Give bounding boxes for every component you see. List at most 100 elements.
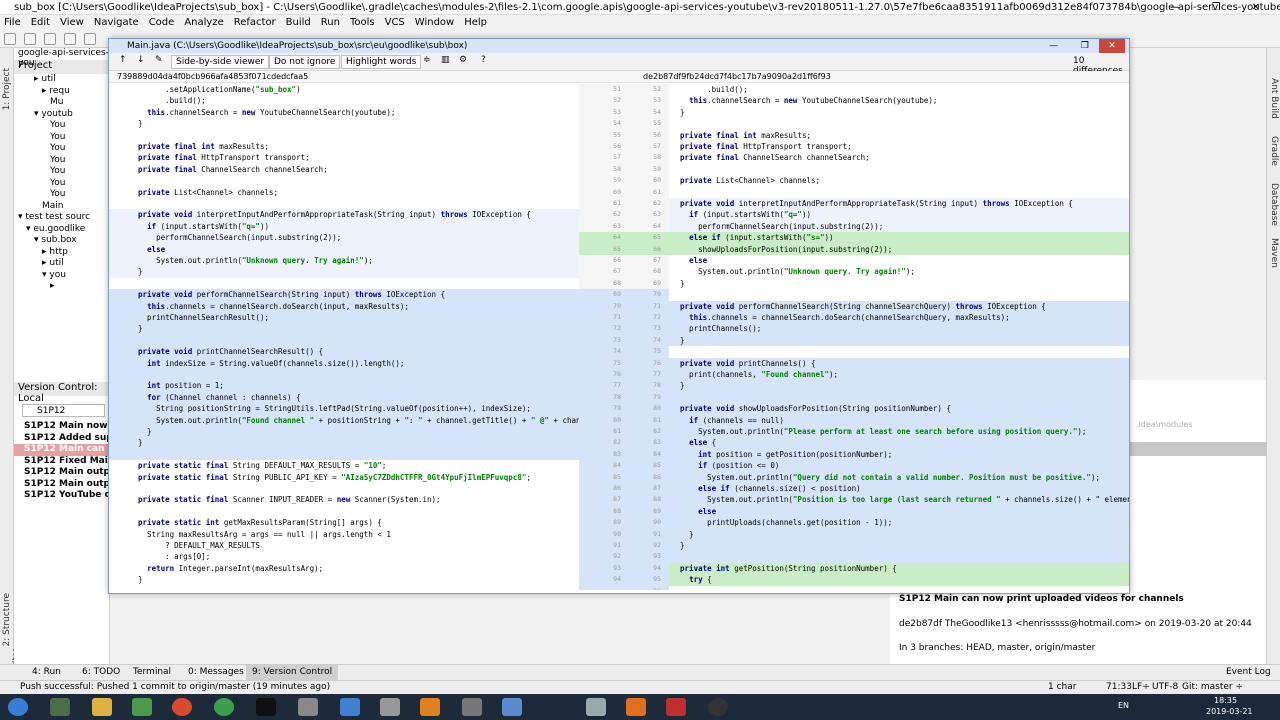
gear-icon[interactable]: ⚙ [459, 55, 467, 65]
chrome-icon[interactable] [214, 698, 234, 716]
tree-node[interactable]: You [14, 178, 109, 190]
file-encoding[interactable]: UTF-8 [1152, 681, 1178, 694]
commit-row[interactable]: S1P12 Fixed Main sear [14, 456, 109, 468]
taskbar-app-icon[interactable] [502, 698, 522, 716]
messages-tab[interactable]: 0: Messages [188, 665, 244, 680]
database-tab[interactable]: Database [1269, 183, 1279, 226]
terminal-icon[interactable] [256, 698, 276, 716]
tree-node[interactable]: ▾ youtub [14, 109, 109, 121]
project-tool-tab[interactable]: 1: Project [2, 68, 12, 110]
help-icon[interactable]: ? [481, 55, 486, 65]
intellij-icon[interactable] [666, 698, 686, 716]
refresh-icon[interactable] [44, 33, 56, 45]
input-language[interactable]: EN [1118, 701, 1129, 710]
commit-row[interactable]: S1P12 Main output im [14, 479, 109, 491]
changed-file-path[interactable]: .idea\modules [1136, 420, 1193, 429]
structure-tool-tab[interactable]: 2: Structure [2, 593, 12, 647]
clock-time[interactable]: 18:35 [1214, 696, 1237, 705]
close-button[interactable]: ✕ [1099, 39, 1125, 53]
tree-node[interactable]: You [14, 166, 109, 178]
sync-scroll-icon[interactable]: ▥ [441, 55, 450, 65]
menu-item[interactable]: Code [149, 17, 175, 28]
commit-row[interactable]: S1P12 Main now suppo [14, 421, 109, 433]
left-code-pane[interactable]: .setApplicationName("sub_box") .build();… [109, 84, 579, 590]
start-button[interactable] [8, 698, 28, 716]
tab-local[interactable]: Local [18, 393, 44, 404]
menu-item[interactable]: Edit [31, 17, 50, 28]
commit-search-input[interactable]: S1P12 [22, 404, 105, 417]
viewer-select[interactable]: Side-by-side viewer [171, 55, 270, 69]
menu-item[interactable]: Build [286, 17, 311, 28]
commit-row[interactable]: S1P12 Main output im [14, 467, 109, 479]
diff-dialog-controls[interactable]: — ❐ [1049, 41, 1099, 51]
tree-node[interactable]: ▸ http [14, 247, 109, 259]
back-icon[interactable] [64, 33, 76, 45]
status-message[interactable]: Push successful: Pushed 1 commit to orig… [20, 681, 330, 694]
selected-file-row[interactable] [1130, 442, 1266, 456]
taskbar-app-icon[interactable] [50, 698, 70, 716]
tree-node[interactable]: ▾ you [14, 270, 109, 282]
tree-node[interactable]: You [14, 120, 109, 132]
taskbar-app-icon[interactable] [626, 698, 646, 716]
taskbar-app-icon[interactable] [340, 698, 360, 716]
tree-node[interactable]: You [14, 143, 109, 155]
edit-icon[interactable]: ✎ [155, 55, 163, 65]
arrow-down-icon[interactable]: ↓ [137, 55, 145, 65]
maven-tab[interactable]: Maven [1269, 238, 1279, 268]
highlight-select[interactable]: Highlight words [341, 55, 422, 69]
sync-icon[interactable] [24, 33, 36, 45]
tree-node[interactable]: ▸ [14, 281, 109, 293]
ignore-select[interactable]: Do not ignore [269, 55, 341, 69]
save-icon[interactable] [4, 33, 16, 45]
forward-icon[interactable] [84, 33, 96, 45]
tree-node[interactable]: Main [14, 201, 109, 213]
commit-row[interactable]: S1P12 Main can now p [14, 444, 109, 456]
tree-node[interactable]: ▾ sub.box [14, 235, 109, 247]
tree-node[interactable]: ▸ util [14, 258, 109, 270]
taskbar-app-icon[interactable] [298, 698, 318, 716]
menu-item[interactable]: Tools [350, 17, 375, 28]
version-control-tab[interactable]: 9: Version Control [246, 665, 339, 680]
tree-node[interactable]: Mu [14, 97, 109, 109]
git-branch[interactable]: Git: master ÷ [1182, 681, 1243, 694]
tree-node[interactable]: You [14, 155, 109, 167]
run-tab[interactable]: 4: Run [32, 665, 61, 680]
caret-position[interactable]: 71:33 [1106, 681, 1132, 694]
taskbar-app-icon[interactable] [132, 698, 152, 716]
tree-node[interactable]: ▸ requ [14, 86, 109, 98]
tree-node[interactable]: ▸ util [14, 74, 109, 86]
terminal-tab[interactable]: Terminal [133, 665, 171, 680]
event-log-tab[interactable]: Event Log [1226, 665, 1271, 680]
menu-item[interactable]: File [4, 17, 21, 28]
taskbar-app-icon[interactable] [380, 698, 400, 716]
tree-node[interactable]: ▾ eu.goodlike [14, 224, 109, 236]
taskbar-app-icon[interactable] [586, 698, 606, 716]
window-controls[interactable]: — ❐ ✕ [1170, 0, 1274, 14]
arrow-up-icon[interactable]: ↑ [119, 55, 127, 65]
commit-row[interactable]: S1P12 Added support [14, 433, 109, 445]
menu-item[interactable]: Analyze [184, 17, 223, 28]
menu-item[interactable]: Run [321, 17, 340, 28]
right-code-pane[interactable]: .build(); this.channelSearch = new Youtu… [669, 84, 1129, 590]
clock-date[interactable]: 2019-03-21 [1206, 707, 1253, 716]
todo-tab[interactable]: 6: TODO [82, 665, 120, 680]
project-panel-header[interactable]: Project [14, 60, 109, 74]
menu-item[interactable]: Refactor [234, 17, 276, 28]
taskbar-app-icon[interactable] [708, 698, 728, 716]
commit-row[interactable]: S1P12 YouTube chann [14, 490, 109, 502]
collapse-icon[interactable]: ≑ [423, 55, 431, 65]
ant-build-tab[interactable]: Ant Build [1269, 78, 1279, 119]
tree-node[interactable]: You [14, 132, 109, 144]
browser-icon[interactable] [172, 698, 192, 716]
menu-item[interactable]: Window [415, 17, 454, 28]
menu-item[interactable]: Navigate [94, 17, 139, 28]
folder-icon[interactable] [92, 698, 112, 716]
menu-item[interactable]: Help [464, 17, 487, 28]
tree-node[interactable]: ▾ test test sourc [14, 212, 109, 224]
taskbar-app-icon[interactable] [462, 698, 482, 716]
gradle-tab[interactable]: Gradle [1269, 136, 1279, 166]
menu-item[interactable]: View [60, 17, 84, 28]
menu-item[interactable]: VCS [385, 17, 405, 28]
tree-node[interactable]: You [14, 189, 109, 201]
taskbar-app-icon[interactable] [420, 698, 440, 716]
